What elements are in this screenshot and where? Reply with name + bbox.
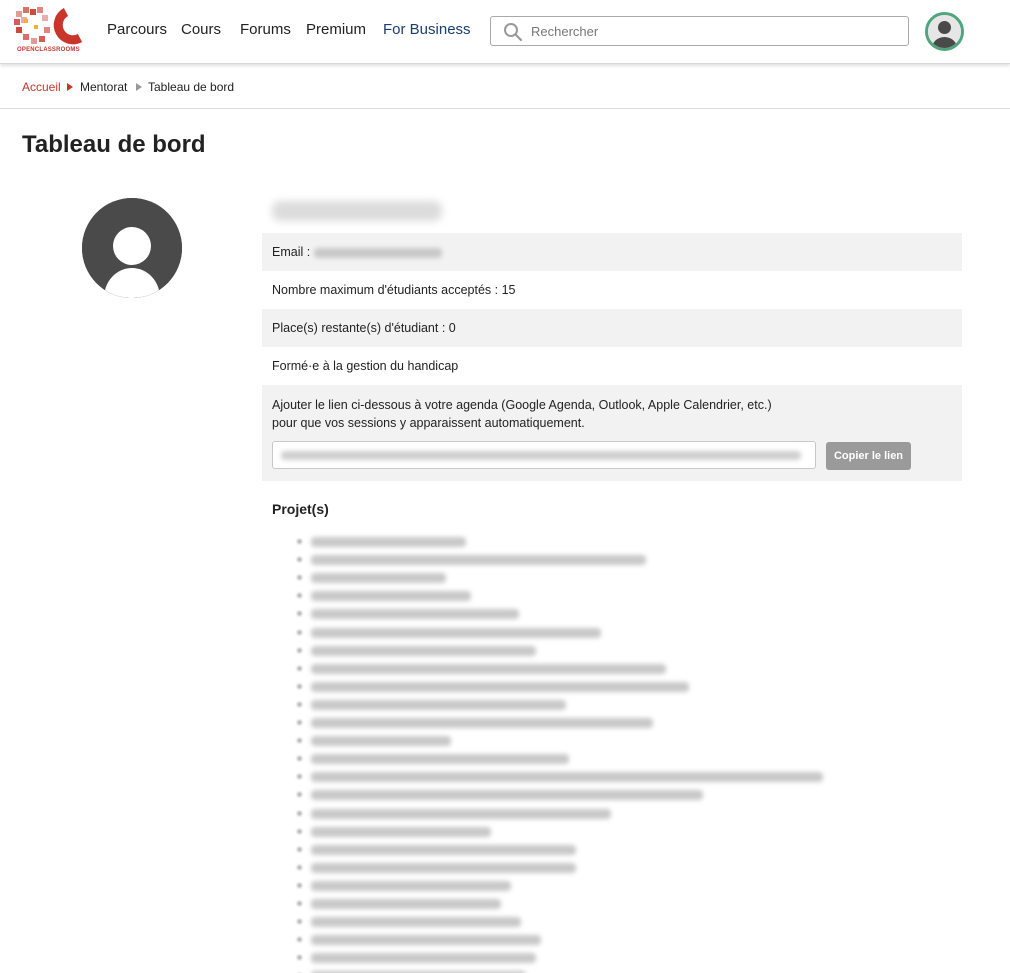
bullet-icon: [297, 539, 302, 544]
bullet-icon: [297, 919, 302, 925]
nav-parcours[interactable]: Parcours: [107, 21, 167, 38]
search-icon: [504, 23, 523, 42]
bullet-icon: [297, 828, 302, 834]
breadcrumb-mentorat[interactable]: Mentorat: [80, 80, 127, 94]
bullet-icon: [297, 720, 302, 725]
agenda-line-2: pour que vos sessions y apparaissent aut…: [272, 416, 585, 430]
email-label: Email :: [272, 245, 311, 259]
agenda-instructions: Ajouter le lien ci-dessous à votre agend…: [272, 396, 772, 432]
project-name-redacted: [311, 663, 666, 674]
bullet-icon: [297, 611, 302, 617]
breadcrumb-home[interactable]: Accueil: [22, 80, 61, 94]
bullet-icon: [297, 846, 302, 852]
user-menu-avatar[interactable]: [925, 12, 964, 51]
project-name-redacted: [311, 917, 521, 928]
project-name-redacted: [311, 790, 703, 801]
project-name-redacted: [311, 862, 576, 873]
user-avatar-icon: [928, 15, 961, 48]
project-name-redacted: [311, 699, 566, 710]
breadcrumb-divider: [0, 108, 1010, 109]
project-name-redacted: [311, 537, 466, 547]
project-name-redacted: [311, 808, 611, 819]
project-name-redacted: [311, 736, 451, 747]
email-row: Email :: [262, 233, 962, 271]
search-box[interactable]: [490, 16, 909, 46]
project-name-redacted: [311, 953, 536, 964]
bullet-icon: [297, 774, 302, 780]
bullet-icon: [297, 647, 302, 653]
nav-cours[interactable]: Cours: [181, 21, 221, 38]
top-header: OPENCLASSROOMS Parcours Cours Forums Pre…: [0, 0, 1010, 64]
bullet-icon: [297, 593, 302, 599]
bullet-icon: [297, 792, 302, 798]
bullet-icon: [297, 629, 302, 635]
remaining-places-row: Place(s) restante(s) d'étudiant : 0: [262, 309, 962, 347]
bullet-icon: [297, 683, 302, 689]
oc-logo-icon: [14, 7, 83, 45]
openclassrooms-logo[interactable]: OPENCLASSROOMS: [14, 7, 88, 57]
bullet-icon: [297, 575, 302, 581]
nav-for-business[interactable]: For Business: [383, 21, 471, 38]
project-name-redacted: [311, 573, 446, 584]
bullet-icon: [297, 665, 302, 671]
project-name-redacted: [311, 772, 823, 783]
project-name-redacted: [311, 754, 569, 765]
project-name-redacted: [311, 609, 519, 620]
max-students-text: Nombre maximum d'étudiants acceptés : 15: [272, 283, 516, 297]
bullet-icon: [297, 955, 302, 961]
bullet-icon: [297, 810, 302, 816]
project-name-redacted: [311, 880, 511, 891]
project-name-redacted: [311, 591, 471, 602]
bullet-icon: [297, 882, 302, 888]
project-name-redacted: [311, 935, 541, 946]
project-name-redacted: [311, 555, 646, 566]
max-students-row: Nombre maximum d'étudiants acceptés : 15: [262, 271, 962, 309]
breadcrumb-current: Tableau de bord: [148, 80, 235, 94]
bullet-icon: [297, 738, 302, 744]
project-name-redacted: [311, 681, 689, 692]
projects-heading: Projet(s): [272, 501, 329, 517]
handicap-row: Formé·e à la gestion du handicap: [262, 347, 962, 385]
breadcrumb-separator-icon: [67, 83, 73, 91]
user-silhouette-icon: [82, 198, 182, 298]
remaining-places-text: Place(s) restante(s) d'étudiant : 0: [272, 321, 456, 335]
email-value-redacted: [314, 247, 443, 258]
project-name-redacted: [311, 899, 501, 909]
nav-premium[interactable]: Premium: [306, 21, 366, 38]
agenda-line-1: Ajouter le lien ci-dessous à votre agend…: [272, 398, 772, 412]
bullet-icon: [297, 756, 302, 762]
project-name-redacted: [311, 826, 491, 837]
project-name-redacted: [311, 718, 653, 728]
mentor-name-redacted: [272, 201, 442, 221]
page-title: Tableau de bord: [22, 131, 206, 158]
bullet-icon: [297, 557, 302, 563]
mentor-avatar: [82, 198, 182, 298]
handicap-text: Formé·e à la gestion du handicap: [272, 359, 459, 373]
breadcrumb-separator-icon: [136, 83, 142, 91]
calendar-link-field[interactable]: [272, 441, 816, 469]
copy-link-button[interactable]: Copier le lien: [826, 442, 911, 470]
bullet-icon: [297, 864, 302, 870]
bullet-icon: [297, 701, 302, 707]
search-input[interactable]: [531, 22, 891, 40]
calendar-link-redacted: [281, 451, 801, 460]
bullet-icon: [297, 901, 302, 906]
project-name-redacted: [311, 645, 536, 656]
agenda-section: Ajouter le lien ci-dessous à votre agend…: [262, 385, 962, 481]
bullet-icon: [297, 937, 302, 943]
nav-forums[interactable]: Forums: [240, 21, 291, 38]
project-name-redacted: [311, 627, 601, 638]
logo-wordmark: OPENCLASSROOMS: [17, 47, 80, 53]
project-name-redacted: [311, 844, 576, 855]
